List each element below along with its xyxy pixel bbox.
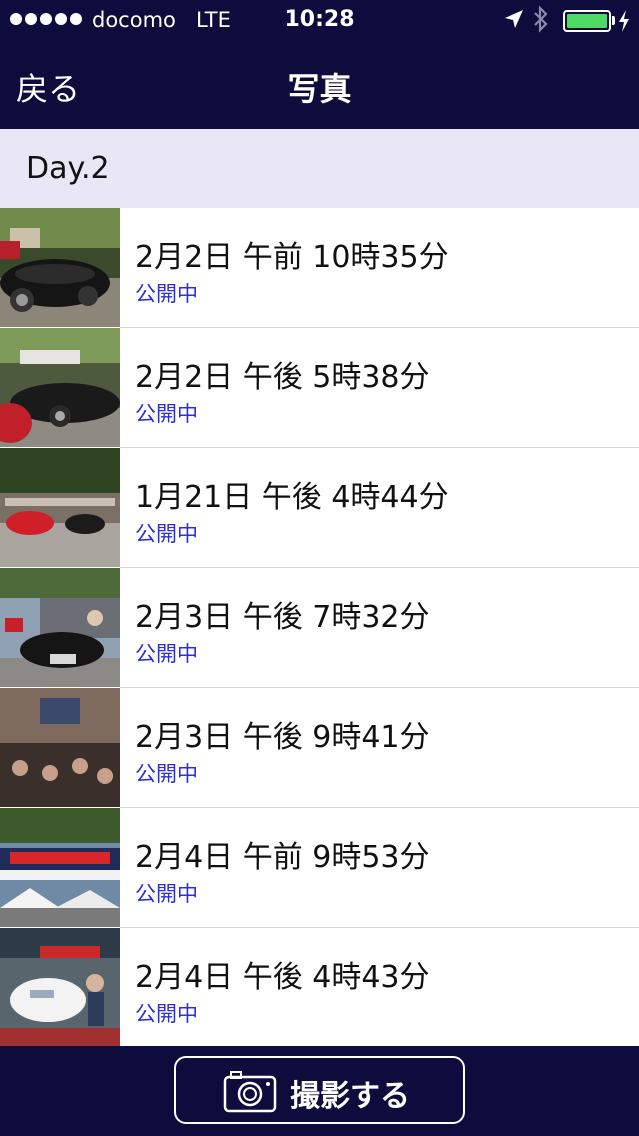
photo-datetime: 1月21日 午後 4時44分 (135, 480, 449, 515)
photo-datetime: 2月3日 午後 9時41分 (135, 720, 430, 755)
photo-thumbnail (0, 568, 120, 687)
app-screen: docomo LTE 10:28 戻る 写真 Day.2 2月2日 午前 10時… (0, 0, 639, 1136)
section-header-label: Day.2 (26, 151, 110, 186)
bottom-toolbar: 撮影する (0, 1046, 639, 1136)
photo-status: 公開中 (135, 882, 198, 906)
photo-datetime: 2月3日 午後 7時32分 (135, 600, 430, 635)
photo-row[interactable]: 2月4日 午後 4時43分 公開中 (0, 928, 639, 1046)
photo-datetime: 2月4日 午前 9時53分 (135, 840, 430, 875)
photo-status: 公開中 (135, 762, 198, 786)
photo-datetime: 2月2日 午後 5時38分 (135, 360, 430, 395)
photo-row[interactable]: 2月2日 午前 10時35分 公開中 (0, 208, 639, 328)
status-bar: docomo LTE 10:28 (0, 0, 639, 40)
photo-status: 公開中 (135, 402, 198, 426)
photo-datetime: 2月2日 午前 10時35分 (135, 240, 449, 275)
photo-status: 公開中 (135, 1002, 198, 1026)
photo-thumbnail (0, 208, 120, 327)
bluetooth-icon (534, 5, 548, 33)
battery-icon (563, 10, 611, 32)
battery-tip (612, 16, 615, 25)
camera-icon (223, 1071, 277, 1113)
photo-status: 公開中 (135, 642, 198, 666)
take-photo-button[interactable]: 撮影する (174, 1056, 465, 1124)
photo-datetime: 2月4日 午後 4時43分 (135, 960, 430, 995)
photo-status: 公開中 (135, 522, 198, 546)
page-title: 写真 (287, 70, 352, 108)
photo-list[interactable]: 2月2日 午前 10時35分 公開中 2月2日 午後 5時38分 公開中 1月2… (0, 208, 639, 1046)
navigation-bar: 戻る 写真 (0, 40, 639, 129)
photo-thumbnail (0, 448, 120, 567)
photo-thumbnail (0, 928, 120, 1046)
photo-row[interactable]: 2月2日 午後 5時38分 公開中 (0, 328, 639, 448)
photo-thumbnail (0, 808, 120, 927)
photo-row[interactable]: 2月4日 午前 9時53分 公開中 (0, 808, 639, 928)
location-arrow-icon (505, 10, 523, 28)
photo-row[interactable]: 1月21日 午後 4時44分 公開中 (0, 448, 639, 568)
photo-thumbnail (0, 688, 120, 807)
section-header: Day.2 (0, 129, 639, 208)
photo-status: 公開中 (135, 282, 198, 306)
photo-row[interactable]: 2月3日 午後 9時41分 公開中 (0, 688, 639, 808)
photo-row[interactable]: 2月3日 午後 7時32分 公開中 (0, 568, 639, 688)
photo-thumbnail (0, 328, 120, 447)
charging-bolt-icon (619, 10, 629, 32)
take-photo-label: 撮影する (290, 1079, 410, 1114)
